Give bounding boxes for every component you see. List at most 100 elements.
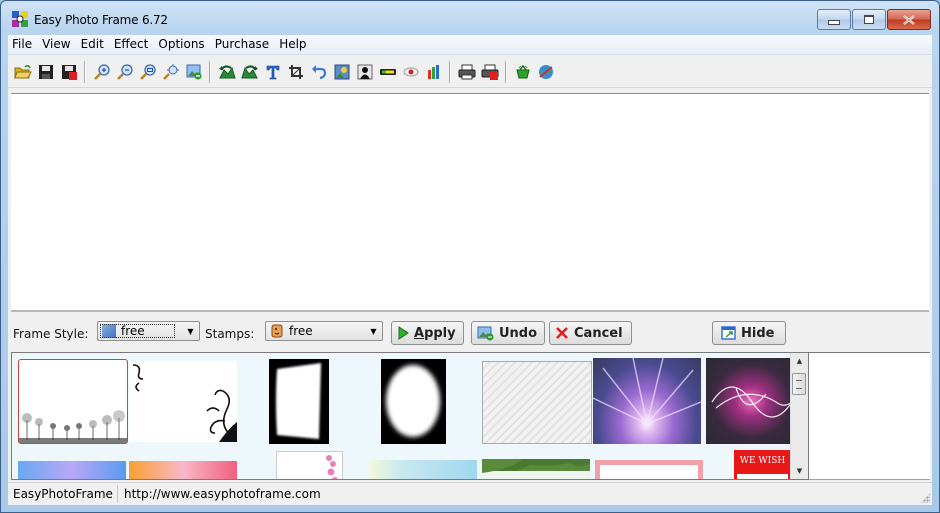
frame-style-label: Frame Style: [13, 327, 89, 341]
zoom-actual-button[interactable] [159, 61, 182, 83]
hide-button[interactable]: Hide [712, 321, 786, 345]
app-window: Easy Photo Frame 6.72 File View Edit Eff… [0, 0, 940, 513]
print-button[interactable] [455, 61, 478, 83]
frame-style-value: free [121, 324, 145, 338]
app-icon [12, 11, 28, 27]
dandelion-thumbnail [19, 410, 127, 443]
zoom-out-button[interactable] [113, 61, 136, 83]
gallery-item-purple-light-burst[interactable] [593, 358, 701, 444]
crop-button[interactable] [284, 61, 307, 83]
menu-file[interactable]: File [8, 35, 37, 54]
text-icon [266, 65, 279, 79]
insert-image-button[interactable] [182, 61, 205, 83]
gallery-item-light-blue-floral-frame[interactable] [369, 460, 477, 479]
zoom-out-icon [116, 63, 133, 80]
website-button[interactable] [534, 61, 557, 83]
gallery-item-blue-butterfly-frame[interactable] [18, 461, 126, 479]
scroll-up-arrow[interactable]: ▲ [791, 353, 808, 369]
close-icon [903, 14, 915, 25]
stamp-icon [271, 324, 283, 338]
shopping-basket-icon [515, 64, 530, 78]
maximize-button[interactable] [852, 9, 886, 30]
toolbar-separator [449, 60, 451, 83]
red-eye-icon [403, 67, 418, 76]
rotate-left-button[interactable] [215, 61, 238, 83]
gallery-item-dandelion-frame[interactable] [18, 359, 128, 444]
we-wish-text: WE WISH [739, 456, 786, 466]
swirl-vine-thumbnail [132, 364, 237, 442]
menu-effect[interactable]: Effect [109, 35, 154, 54]
gallery-item-swirl-vine-frame[interactable] [129, 361, 237, 442]
status-url[interactable]: http://www.easyphotoframe.com [124, 487, 321, 501]
save-as-button[interactable] [57, 61, 80, 83]
text-button[interactable] [261, 61, 284, 83]
status-bar: EasyPhotoFrame http://www.easyphotoframe… [8, 482, 932, 505]
green-leaves-thumbnail [482, 459, 590, 479]
histogram-button[interactable] [422, 61, 445, 83]
zoom-actual-icon [162, 63, 179, 80]
gallery-item-green-leaves-frame[interactable] [482, 459, 590, 479]
menu-purchase[interactable]: Purchase [210, 35, 275, 54]
web-globe-icon [538, 64, 553, 79]
close-button[interactable] [887, 9, 931, 30]
minimize-button[interactable] [817, 9, 851, 30]
scroll-down-arrow[interactable]: ▼ [791, 463, 808, 479]
histogram-icon [427, 64, 439, 79]
undo-toolbar-button[interactable] [307, 61, 330, 83]
menu-options[interactable]: Options [153, 35, 209, 54]
apply-button[interactable]: Apply [391, 321, 464, 345]
minimize-icon [828, 20, 840, 25]
save-icon [38, 64, 53, 79]
rotate-right-button[interactable] [238, 61, 261, 83]
client-area: File View Edit Effect Options Purchase H… [8, 35, 932, 505]
print-setup-button[interactable] [478, 61, 501, 83]
menu-view[interactable]: View [37, 35, 75, 54]
toolbar-separator [209, 60, 211, 83]
gallery-item-oval-edge-mask[interactable] [381, 359, 446, 444]
toolbar-separator [505, 60, 507, 83]
oval-edge-thumbnail [386, 365, 440, 437]
frame-gallery: WE WISH ▲ ▼ [11, 352, 809, 480]
levels-button[interactable] [376, 61, 399, 83]
frame-style-dropdown[interactable]: free ▼ [97, 321, 200, 341]
save-button[interactable] [34, 61, 57, 83]
cancel-button[interactable]: Cancel [549, 321, 632, 345]
silhouette-icon [357, 64, 372, 79]
gallery-scrollbar[interactable]: ▲ ▼ [790, 353, 808, 479]
resize-grip-icon[interactable] [920, 493, 930, 503]
neon-swirl-thumbnail [711, 386, 797, 418]
apply-label: pply [424, 325, 456, 341]
gallery-item-rough-edge-mask[interactable] [269, 359, 329, 444]
stamps-dropdown[interactable]: free ▼ [265, 321, 383, 341]
title-bar[interactable]: Easy Photo Frame 6.72 [1, 1, 939, 35]
menu-edit[interactable]: Edit [76, 35, 109, 54]
scroll-thumb[interactable] [792, 373, 806, 395]
play-arrow-icon [398, 326, 409, 340]
rough-edge-thumbnail [276, 363, 321, 439]
insert-image-icon [186, 64, 201, 79]
photo-canvas[interactable] [11, 93, 929, 312]
gallery-item-orange-pink-butterfly-frame[interactable] [129, 461, 237, 479]
menu-help[interactable]: Help [274, 35, 311, 54]
open-folder-icon [13, 64, 32, 78]
photo-effect-button[interactable] [330, 61, 353, 83]
purchase-button[interactable] [511, 61, 534, 83]
maximize-icon [864, 15, 874, 24]
zoom-fit-button[interactable] [136, 61, 159, 83]
open-button[interactable] [11, 61, 34, 83]
gallery-item-white-texture-frame[interactable] [482, 361, 592, 444]
gallery-item-neon-light-swirl[interactable] [706, 358, 797, 444]
print-setup-icon [481, 64, 498, 80]
window-restore-icon [721, 326, 736, 340]
gallery-item-pink-border-frame[interactable] [595, 460, 703, 479]
red-eye-button[interactable] [399, 61, 422, 83]
undo-button[interactable]: Undo [471, 321, 545, 345]
menu-bar: File View Edit Effect Options Purchase H… [8, 35, 932, 55]
window-title: Easy Photo Frame 6.72 [34, 13, 168, 27]
gallery-item-we-wish-card-frame[interactable]: WE WISH [734, 450, 791, 479]
apply-mnemonic: A [414, 325, 425, 341]
zoom-in-button[interactable] [90, 61, 113, 83]
gallery-item-pink-flower-frame[interactable] [276, 451, 343, 479]
silhouette-button[interactable] [353, 61, 376, 83]
cancel-label: Cancel [574, 325, 623, 341]
